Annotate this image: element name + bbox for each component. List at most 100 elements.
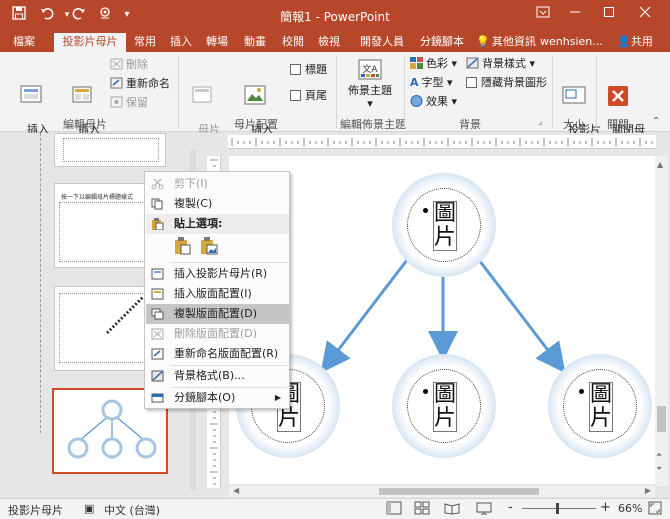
arrow-right[interactable] [477, 259, 566, 374]
svg-text:文A: 文A [362, 63, 378, 75]
maximize-icon[interactable] [594, 4, 624, 26]
hide-background-checkbox[interactable]: 隱藏背景圖形 [466, 75, 547, 91]
minimize-icon[interactable] [560, 4, 590, 26]
status-view-label: 投影片母片 [8, 504, 63, 517]
themes-icon: 文A [358, 59, 382, 80]
placeholder-text-top: 圖 [590, 382, 613, 407]
rename-icon [110, 77, 123, 89]
colors-icon [410, 57, 423, 69]
tab-transitions[interactable]: 轉場 [200, 33, 234, 52]
scroll-thumb[interactable] [379, 488, 539, 495]
tab-storyboard[interactable]: 分鏡腳本 [414, 33, 470, 52]
menu-item-cut[interactable]: 剪下(I) [146, 174, 289, 194]
background-styles-icon [466, 57, 479, 69]
paste-use-destination-theme-icon[interactable] [173, 236, 193, 256]
zoom-slider[interactable] [522, 508, 596, 509]
menu-item-duplicate-layout[interactable]: 複製版面配置(D) [146, 304, 289, 324]
user-account[interactable]: wenhsien... [540, 33, 603, 52]
spell-check-icon[interactable]: ▣ [84, 502, 94, 515]
placeholder-text-top: 圖 [434, 382, 457, 407]
placeholder-text-bottom: 片 [590, 406, 613, 431]
slideshow-icon[interactable] [476, 501, 492, 518]
checkbox-icon [466, 77, 477, 88]
placeholder-icon [244, 85, 266, 105]
reading-view-icon[interactable] [444, 501, 460, 518]
group-separator [404, 56, 405, 128]
group-master-layout-label: 母片配置 [234, 118, 278, 131]
footer-checkbox[interactable]: 頁尾 [290, 88, 327, 104]
zoom-level[interactable]: 66% [618, 502, 642, 515]
tab-file[interactable]: 檔案 [6, 33, 42, 52]
fonts-icon: A [410, 76, 419, 89]
close-icon[interactable] [630, 4, 660, 26]
layout-icon [72, 86, 92, 103]
placeholder-text-bottom: 片 [434, 406, 457, 431]
undo-icon[interactable] [36, 6, 58, 24]
colors-button[interactable]: 色彩 ▾ [410, 56, 457, 72]
title-checkbox[interactable]: 標題 [290, 62, 327, 78]
themes-button[interactable]: 文A 佈景主題 ▾ [344, 58, 396, 110]
menu-item-format-background[interactable]: 背景格式(B)... [146, 366, 289, 386]
menu-item-section[interactable]: 分鏡腳本(O) ▶ [146, 388, 289, 408]
tab-developer[interactable]: 開發人員 [354, 33, 410, 52]
copy-icon [151, 198, 163, 210]
collapse-ribbon-icon[interactable]: ⌃ [652, 114, 660, 130]
scroll-up-icon[interactable]: ▲ [657, 160, 663, 169]
picture-placeholder[interactable]: 圖片 [589, 382, 613, 432]
checkbox-icon [290, 64, 301, 75]
menu-label: 複製(C) [174, 197, 213, 210]
language-indicator[interactable]: 中文 (台灣) [104, 502, 160, 518]
section-icon [151, 393, 164, 403]
tab-slide-master[interactable]: 投影片母片 [54, 33, 126, 52]
fit-to-window-icon[interactable] [648, 501, 662, 518]
menu-item-delete-layout[interactable]: 刪除版面配置(D) [146, 324, 289, 344]
redo-icon[interactable] [68, 6, 90, 24]
scroll-thumb[interactable] [657, 406, 666, 432]
tab-view[interactable]: 檢視 [312, 33, 346, 52]
slide-thumbnail[interactable] [54, 133, 166, 167]
menu-item-rename-layout[interactable]: 重新命名版面配置(R) [146, 344, 289, 364]
fonts-button[interactable]: A 字型 ▾ [410, 75, 453, 91]
tab-insert[interactable]: 插入 [164, 33, 198, 52]
tab-animations[interactable]: 動畫 [238, 33, 272, 52]
next-slide-icon[interactable]: ⏷ [656, 464, 662, 474]
delete-button[interactable]: 刪除 [110, 57, 148, 73]
picture-placeholder[interactable]: 圖片 [433, 382, 457, 432]
normal-view-icon[interactable] [386, 501, 402, 518]
save-icon[interactable] [8, 6, 30, 24]
tell-me-box[interactable]: 💡 其他資訊 [474, 33, 538, 52]
menu-separator [171, 262, 287, 263]
arrow-left[interactable] [320, 259, 409, 374]
picture-placeholder[interactable]: 圖片 [433, 201, 457, 251]
ribbon-display-icon[interactable] [528, 4, 558, 26]
zoom-slider-thumb[interactable] [556, 503, 559, 514]
group-separator [552, 56, 553, 128]
group-close-label: 關閉 [607, 118, 629, 131]
vertical-scrollbar[interactable]: ▲ ⏶ ⏷ [655, 156, 668, 486]
menu-label: 刪除版面配置(D) [174, 327, 258, 340]
slide-sorter-icon[interactable] [414, 501, 430, 518]
zoom-in-button[interactable]: + [600, 500, 611, 515]
dialog-launcher-icon[interactable]: ⌟ [538, 114, 542, 130]
background-styles-button[interactable]: 背景樣式 ▾ [466, 56, 535, 72]
previous-slide-icon[interactable]: ⏶ [656, 450, 662, 460]
rename-button[interactable]: 重新命名 [110, 76, 170, 92]
menu-item-insert-layout[interactable]: 插入版面配置(I) [146, 284, 289, 304]
menu-item-insert-slide-master[interactable]: 插入投影片母片(R) [146, 264, 289, 284]
touch-mode-icon[interactable] [94, 6, 116, 24]
scroll-right-icon[interactable]: ▶ [645, 486, 651, 495]
person-add-icon: 👤 [617, 35, 631, 48]
tab-home[interactable]: 常用 [128, 33, 162, 52]
rename-layout-icon [151, 348, 164, 360]
effects-button[interactable]: 效果 ▾ [410, 94, 457, 110]
zoom-out-button[interactable]: - [508, 500, 513, 515]
scroll-left-icon[interactable]: ◀ [233, 486, 239, 495]
tab-review[interactable]: 校閱 [276, 33, 310, 52]
title-bar: ▾ ▾ 簡報1 - PowerPoint [0, 0, 670, 30]
share-button[interactable]: 👤共用 [606, 33, 664, 52]
paste-picture-icon[interactable] [199, 236, 219, 256]
preserve-button[interactable]: 保留 [110, 95, 148, 111]
customize-quick-access-icon[interactable]: ▾ [116, 6, 138, 24]
menu-item-copy[interactable]: 複製(C) [146, 194, 289, 214]
horizontal-scrollbar[interactable]: ◀ ▶ [229, 486, 655, 497]
